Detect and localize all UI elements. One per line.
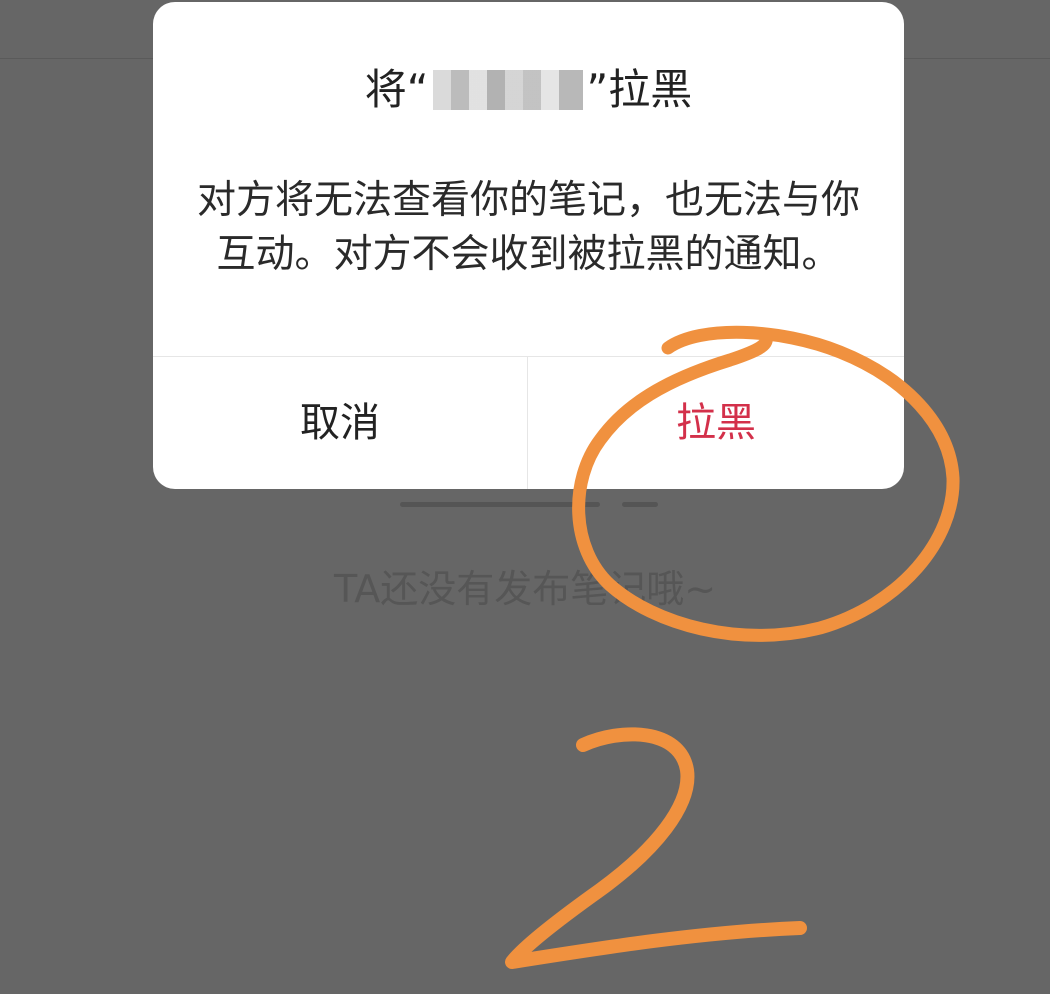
- bottom-handle-left: [400, 502, 600, 507]
- dialog-title-prefix: 将“: [364, 65, 429, 114]
- cancel-button[interactable]: 取消: [153, 357, 528, 489]
- dialog-title-suffix: ”拉黑: [586, 65, 693, 114]
- step-number-annotation: [505, 727, 807, 969]
- dialog-message: 对方将无法查看你的笔记，也无法与你互动。对方不会收到被拉黑的通知。: [196, 178, 860, 277]
- dialog-button-row: 取消 拉黑: [153, 356, 904, 489]
- block-confirm-button[interactable]: 拉黑: [528, 357, 904, 489]
- redacted-username: [432, 70, 583, 110]
- bottom-handle-right: [622, 502, 658, 507]
- empty-notes-message: TA还没有发布笔记哦~: [333, 567, 717, 611]
- block-confirm-dialog: 将“ ”拉黑 对方将无法查看你的笔记，也无法与你互动。对方不会收到被拉黑的通知。 …: [153, 2, 904, 489]
- dialog-title: 将“ ”拉黑: [153, 62, 904, 118]
